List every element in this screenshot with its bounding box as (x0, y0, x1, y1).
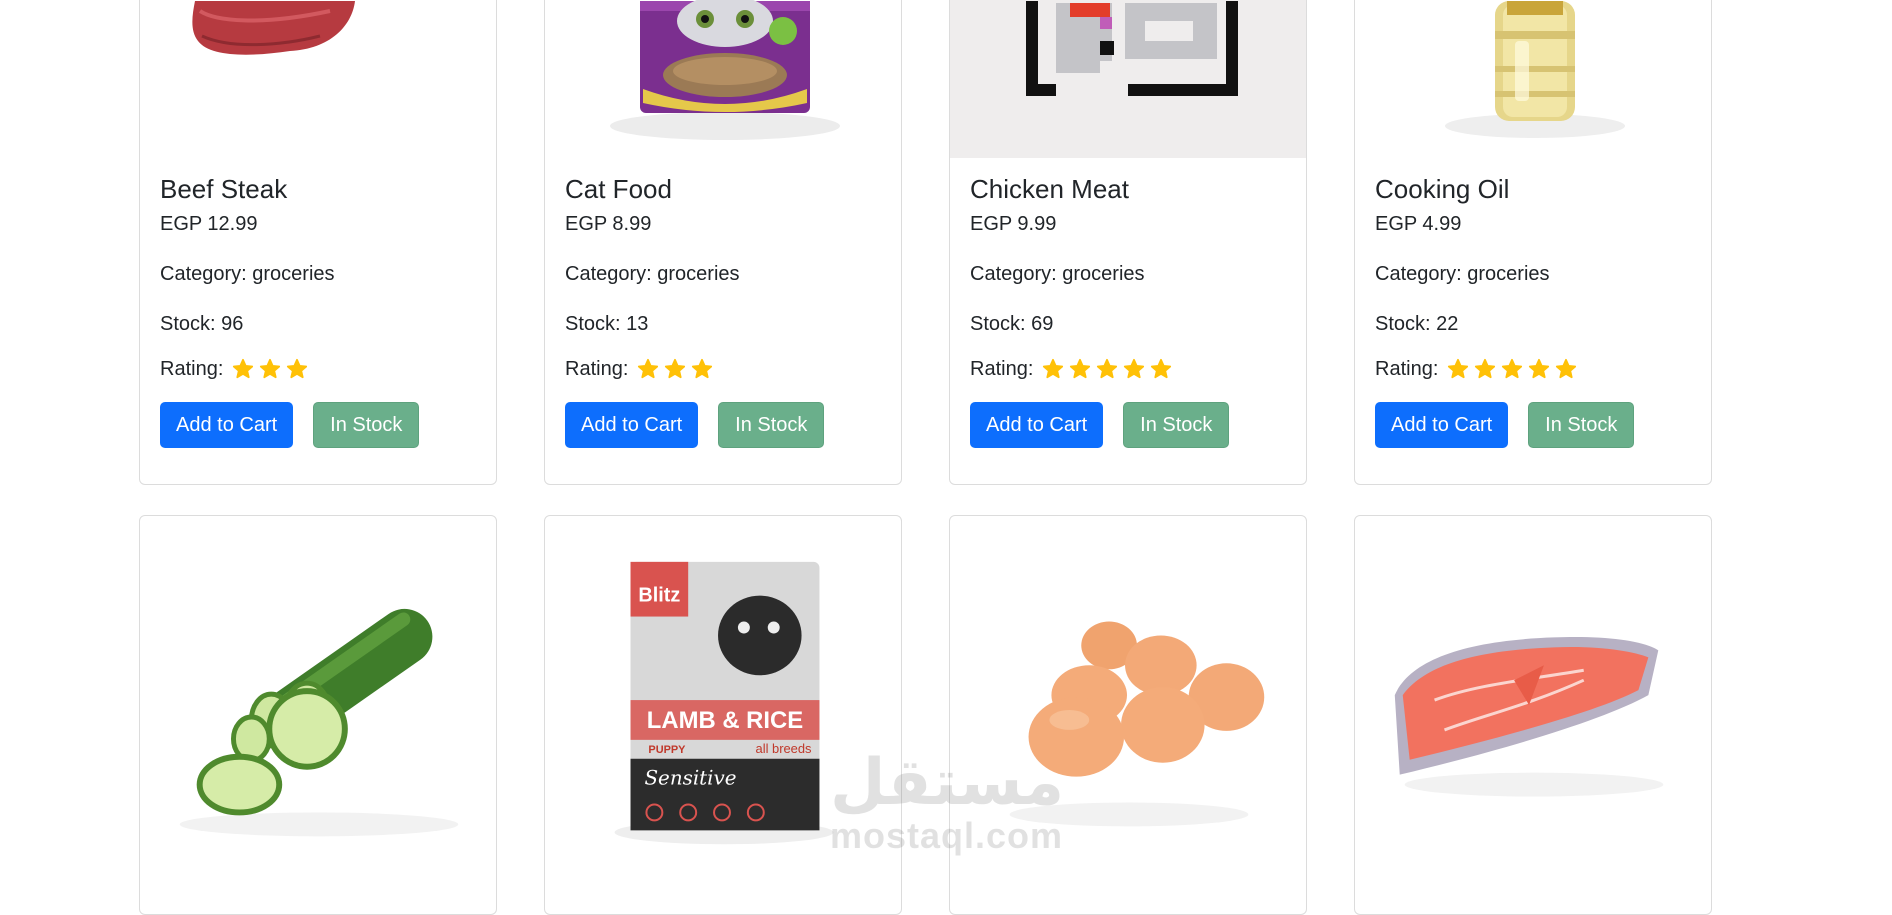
bag-brand: Blitz (638, 585, 680, 607)
eggs-image (1009, 621, 1265, 827)
add-to-cart-button[interactable]: Add to Cart (565, 402, 699, 448)
product-title: Cooking Oil (1375, 174, 1510, 204)
product-price: EGP 12.99 (160, 213, 258, 235)
in-stock-button[interactable]: In Stock (1528, 402, 1635, 448)
product-title: Cat Food (565, 174, 672, 204)
star-icon (1097, 358, 1118, 379)
star-icon (1556, 358, 1577, 379)
product-image (950, 0, 1306, 158)
star-icon (1529, 358, 1550, 379)
star-icon (1124, 358, 1145, 379)
product-card (1354, 515, 1712, 915)
rating-label: Rating: (1375, 358, 1439, 380)
rating-stars (1042, 358, 1172, 380)
product-card (139, 515, 497, 915)
product-stock: Stock: 69 (970, 313, 1054, 335)
product-price: EGP 9.99 (970, 213, 1057, 235)
product-title: Beef Steak (160, 174, 288, 204)
bag-product: LAMB & RICE (647, 707, 803, 734)
bag-sub: PUPPY (648, 744, 686, 756)
product-card: Beef Steak EGP 12.99 Category: groceries… (139, 0, 497, 485)
star-icon (260, 358, 281, 379)
product-rating: Rating: (970, 349, 1286, 389)
star-icon (638, 358, 659, 379)
product-category: Category: groceries (970, 263, 1145, 285)
rating-stars (637, 358, 713, 380)
rating-label: Rating: (970, 358, 1034, 380)
product-title: Chicken Meat (970, 174, 1129, 204)
add-to-cart-button[interactable]: Add to Cart (160, 402, 294, 448)
product-rating: Rating: (565, 349, 881, 389)
product-category: Category: groceries (565, 263, 740, 285)
product-rating: Rating: (1375, 349, 1691, 389)
product-card: Blitz LAMB & RICE PUPPY all breeds Sensi… (544, 515, 902, 915)
star-icon (233, 358, 254, 379)
in-stock-button[interactable]: In Stock (718, 402, 825, 448)
star-icon (1043, 358, 1064, 379)
product-card: Chicken Meat EGP 9.99 Category: grocerie… (949, 0, 1307, 485)
in-stock-button[interactable]: In Stock (1123, 402, 1230, 448)
fish-steak-image (1394, 637, 1664, 797)
product-price: EGP 4.99 (1375, 213, 1462, 235)
dog-food-image: Blitz LAMB & RICE PUPPY all breeds Sensi… (614, 561, 834, 845)
product-stock: Stock: 96 (160, 313, 244, 335)
cucumber-image (179, 608, 459, 837)
product-image (545, 0, 901, 158)
rating-label: Rating: (160, 358, 224, 380)
star-icon (665, 358, 686, 379)
product-card: Cat Food EGP 8.99 Category: groceries St… (544, 0, 902, 485)
product-image (140, 0, 496, 158)
product-rating: Rating: (160, 349, 476, 389)
add-to-cart-button[interactable]: Add to Cart (1375, 402, 1509, 448)
product-image (1355, 0, 1711, 158)
star-icon (1502, 358, 1523, 379)
product-card (949, 515, 1307, 915)
star-icon (1070, 358, 1091, 379)
star-icon (1475, 358, 1496, 379)
in-stock-button[interactable]: In Stock (313, 402, 420, 448)
product-price: EGP 8.99 (565, 213, 652, 235)
rating-stars (1447, 358, 1577, 380)
star-icon (1151, 358, 1172, 379)
rating-stars (232, 358, 308, 380)
star-icon (1448, 358, 1469, 379)
product-category: Category: groceries (1375, 263, 1550, 285)
product-stock: Stock: 22 (1375, 313, 1459, 335)
product-stock: Stock: 13 (565, 313, 649, 335)
product-card: Cooking Oil EGP 4.99 Category: groceries… (1354, 0, 1712, 485)
product-category: Category: groceries (160, 263, 335, 285)
rating-label: Rating: (565, 358, 629, 380)
star-icon (287, 358, 308, 379)
add-to-cart-button[interactable]: Add to Cart (970, 402, 1104, 448)
bag-breeds: all breeds (756, 741, 812, 756)
star-icon (692, 358, 713, 379)
bag-line: Sensitive (644, 767, 736, 790)
